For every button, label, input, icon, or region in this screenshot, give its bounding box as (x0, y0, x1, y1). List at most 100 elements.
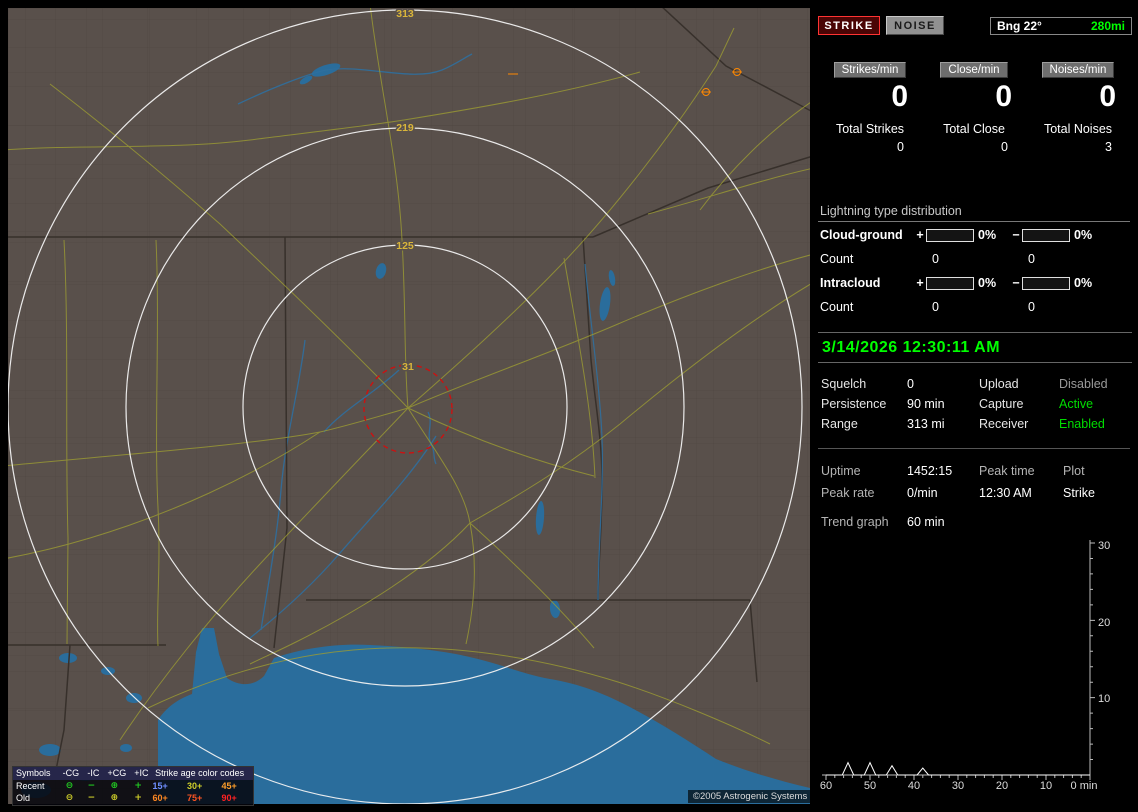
svg-text:0 min: 0 min (1071, 780, 1098, 792)
cloud-ground-label: Cloud-ground (820, 228, 903, 242)
peak-time-label: Peak time (979, 464, 1035, 478)
ring-label-125: 125 (396, 240, 414, 252)
trend-graph: 30 20 10 60 50 40 30 20 10 0 min (820, 540, 1110, 792)
cloud-ground-count-row: Count 0 0 (818, 248, 1130, 270)
total-strikes-value: 0 (897, 140, 904, 154)
legend-row-label: Recent (16, 780, 45, 791)
range-label: Range (821, 417, 858, 431)
cloud-ground-row: Cloud-ground + 0% − 0% (818, 222, 1130, 248)
trend-graph-row: Trend graph 60 min (821, 514, 1130, 530)
plus-sign: + (916, 228, 924, 242)
svg-text:60: 60 (820, 780, 832, 792)
legend-header-pos-cg: +CG (107, 768, 127, 778)
bearing-range: 280mi (1090, 19, 1125, 33)
svg-text:20: 20 (1098, 617, 1110, 629)
upload-status: Disabled (1059, 377, 1108, 391)
pos-ic-symbol: + (134, 780, 142, 791)
nexstorm-window: 313 219 125 31 Symbols -CG -IC +CG +IC S… (0, 0, 1138, 812)
squelch-value: 0 (907, 377, 914, 391)
total-close-value: 0 (1001, 140, 1008, 154)
close-per-min-label: Close/min (940, 62, 1008, 78)
distribution-title: Lightning type distribution (818, 204, 1130, 222)
neg-ic-symbol: − (87, 780, 96, 791)
age-code: 90+ (221, 793, 237, 803)
cloud-ground-plus-count: 0 (932, 252, 939, 266)
legend-header-neg-cg: -CG (62, 768, 80, 778)
ring-label-313: 313 (396, 8, 414, 20)
total-noises-label: Total Noises (1043, 122, 1113, 136)
peak-time-value: 12:30 AM (979, 486, 1032, 500)
intracloud-minus-pct: 0% (1074, 276, 1093, 290)
intracloud-minus-bar (1022, 276, 1070, 290)
cloud-ground-minus-pct: 0% (1074, 228, 1093, 242)
lightning-map[interactable]: 313 219 125 31 (8, 8, 810, 804)
status-panel: STRIKE NOISE Bng 22° 280mi Strikes/min 0… (818, 8, 1132, 804)
copyright: ©2005 Astrogenic Systems (688, 790, 813, 803)
trend-ticks (825, 542, 1095, 780)
persistence-value: 90 min (907, 397, 945, 411)
bearing-display: Bng 22° 280mi (990, 17, 1132, 35)
intracloud-count-row: Count 0 0 (818, 296, 1130, 318)
receiver-status: Enabled (1059, 417, 1105, 431)
noises-column: Noises/min 0 Total Noises 3 (1026, 62, 1130, 154)
neg-cg-symbol: ⊖ (65, 793, 74, 803)
intracloud-minus-count: 0 (1028, 300, 1035, 314)
strike-indicator-button[interactable]: STRIKE (818, 16, 880, 35)
intracloud-plus-count: 0 (932, 300, 939, 314)
legend-row-old: Old ⊖ − ⊕ + 60+ 75+ 90+ (13, 792, 253, 805)
range-value: 313 mi (907, 417, 945, 431)
capture-status: Active (1059, 397, 1094, 411)
legend-header-symbols: Symbols (16, 768, 51, 778)
map-area: 313 219 125 31 (8, 8, 810, 804)
age-code: 60+ (152, 793, 168, 803)
stats-grid: Uptime 1452:15 Peak time Plot Peak rate … (821, 460, 1130, 504)
settings-grid: Squelch 0 Upload Disabled Persistence 90… (821, 374, 1130, 434)
trend-graph-label: Trend graph (821, 515, 889, 529)
total-strikes-label: Total Strikes (835, 122, 905, 136)
trend-window-value: 60 min (907, 515, 945, 529)
svg-text:30: 30 (952, 780, 964, 792)
close-column: Close/min 0 Total Close 0 (922, 62, 1026, 154)
pos-cg-symbol: ⊕ (110, 793, 119, 803)
total-noises-value: 3 (1105, 140, 1112, 154)
cloud-ground-minus-bar (1022, 228, 1070, 242)
legend-header-pos-ic: +IC (134, 768, 149, 778)
legend-header: Symbols -CG -IC +CG +IC Strike age color… (13, 767, 253, 780)
intracloud-label: Intracloud (820, 276, 881, 290)
trend-series (826, 761, 1090, 776)
neg-ic-symbol: − (87, 793, 96, 803)
squelch-label: Squelch (821, 377, 867, 391)
noise-indicator-button[interactable]: NOISE (886, 16, 944, 35)
noises-per-min-value: 0 (1099, 80, 1116, 113)
age-code: 30+ (187, 780, 203, 791)
strikes-column: Strikes/min 0 Total Strikes 0 (818, 62, 922, 154)
plot-label: Plot (1063, 464, 1085, 478)
bearing-label: Bng 22° (997, 19, 1042, 33)
peak-rate-value: 0/min (907, 486, 938, 500)
cloud-ground-plus-bar (926, 228, 974, 242)
capture-label: Capture (979, 397, 1024, 411)
lightning-distribution: Lightning type distribution Cloud-ground… (818, 204, 1130, 318)
svg-text:30: 30 (1098, 540, 1110, 552)
cloud-ground-minus-count: 0 (1028, 252, 1035, 266)
total-close-label: Total Close (943, 122, 1005, 136)
neg-cg-symbol: ⊖ (65, 780, 74, 791)
close-per-min-value: 0 (995, 80, 1012, 113)
intracloud-plus-bar (926, 276, 974, 290)
count-label: Count (820, 252, 854, 266)
strikes-per-min-label: Strikes/min (833, 62, 907, 78)
legend-row-recent: Recent ⊖ − ⊕ + 15+ 30+ 45+ (13, 780, 253, 793)
pos-cg-symbol: ⊕ (110, 780, 119, 791)
strike-legend: Symbols -CG -IC +CG +IC Strike age color… (12, 766, 254, 806)
svg-text:10: 10 (1098, 693, 1110, 705)
ring-label-31: 31 (402, 361, 414, 373)
minus-sign: − (1012, 228, 1020, 242)
strikes-per-min-value: 0 (891, 80, 908, 113)
plus-sign: + (916, 276, 924, 290)
intracloud-plus-pct: 0% (978, 276, 997, 290)
svg-text:20: 20 (996, 780, 1008, 792)
minus-sign: − (1012, 276, 1020, 290)
uptime-label: Uptime (821, 464, 861, 478)
svg-text:50: 50 (864, 780, 876, 792)
count-label: Count (820, 300, 854, 314)
